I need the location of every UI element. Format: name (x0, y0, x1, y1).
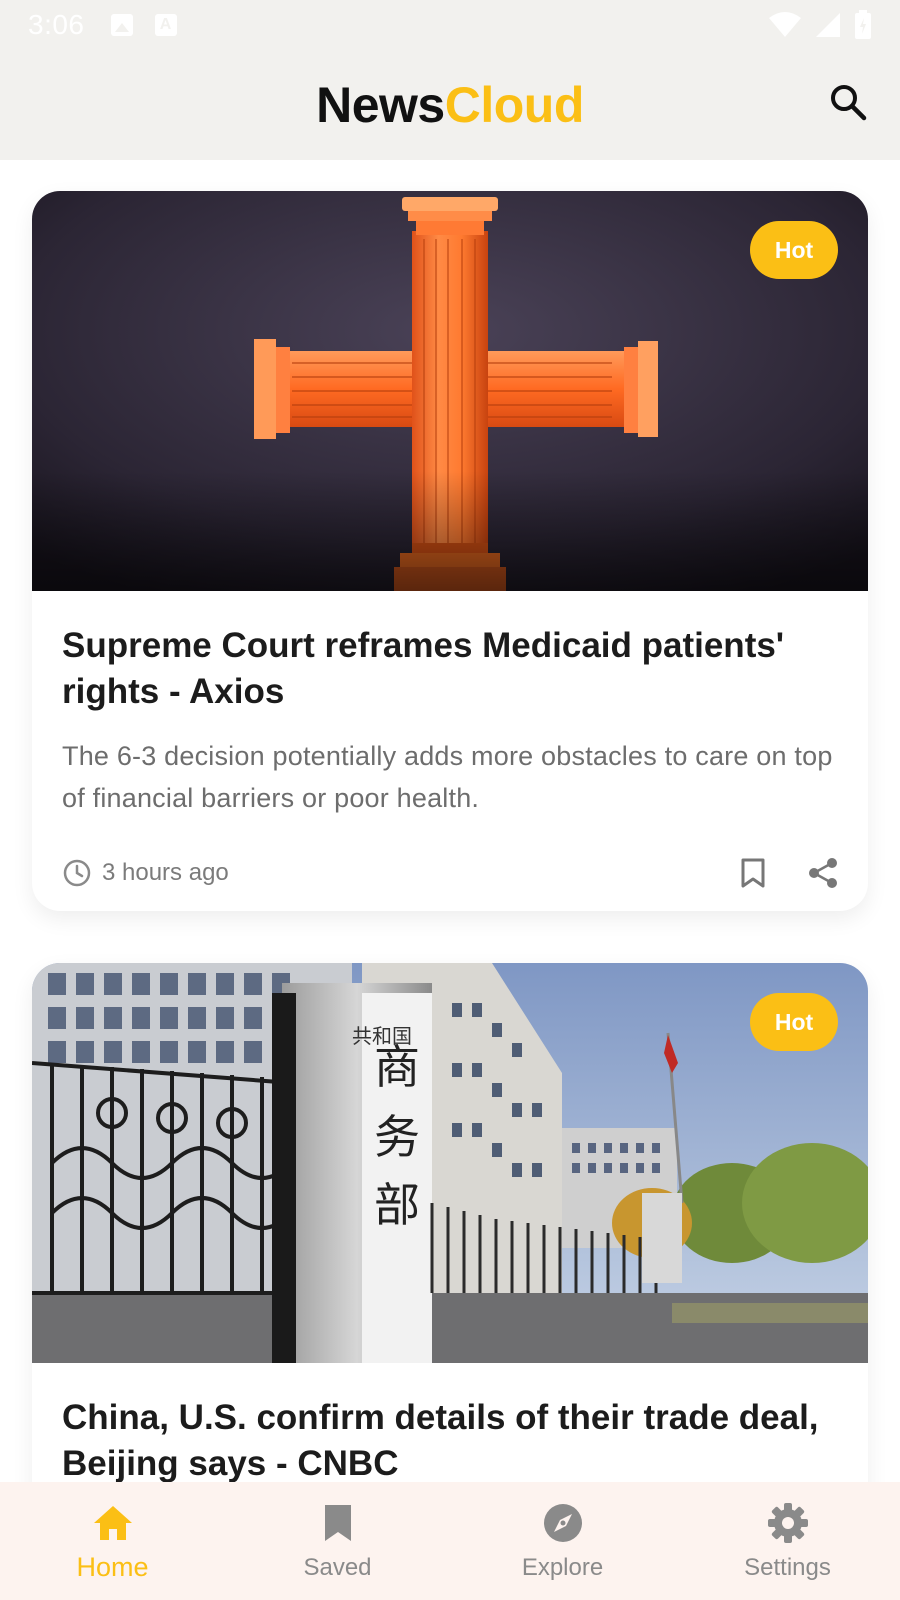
hot-badge: Hot (750, 993, 838, 1051)
article-description: The 6-3 decision potentially adds more o… (62, 741, 833, 813)
article-image[interactable]: 商 务 部 共和国 Hot (32, 963, 868, 1363)
svg-text:部: 部 (374, 1178, 420, 1232)
article-title[interactable]: China, U.S. confirm details of their tra… (62, 1395, 838, 1482)
nav-explore-label: Explore (521, 1554, 604, 1581)
battery-icon (855, 10, 871, 39)
nav-explore[interactable]: Explore (450, 1482, 675, 1600)
article-time: 3 hours ago (102, 859, 229, 886)
app-header: NewsCloud (0, 50, 900, 160)
article-photo: 商 务 部 共和国 (32, 963, 868, 1363)
hot-badge: Hot (750, 221, 838, 279)
clock-icon (63, 859, 91, 887)
status-time: 3:06 (28, 9, 85, 40)
gear-icon (767, 1503, 808, 1543)
image-icon (110, 14, 133, 36)
svg-text:务: 务 (374, 1110, 420, 1164)
brand-news: News (316, 77, 445, 133)
nav-home[interactable]: Home (0, 1482, 225, 1600)
bookmark-outline-icon (741, 858, 765, 888)
nav-saved[interactable]: Saved (225, 1482, 450, 1600)
nav-settings-label: Settings (744, 1554, 831, 1581)
a-icon: A (154, 14, 177, 36)
article-card[interactable]: Hot Supreme Court reframes Medicaid pati… (32, 191, 868, 911)
svg-text:共和国: 共和国 (352, 1024, 412, 1048)
share-button[interactable] (806, 856, 840, 890)
article-illustration (32, 191, 868, 591)
nav-settings[interactable]: Settings (675, 1482, 900, 1600)
article-title[interactable]: Supreme Court reframes Medicaid patients… (62, 623, 838, 715)
article-card[interactable]: 商 务 部 共和国 Hot China, U.S. confirm detail… (32, 963, 868, 1482)
nav-home-label: Home (76, 1552, 149, 1582)
app-logo: NewsCloud (316, 76, 584, 134)
share-icon (809, 858, 837, 888)
nav-saved-label: Saved (303, 1554, 372, 1581)
brand-cloud: Cloud (444, 77, 585, 133)
bookmark-button[interactable] (736, 856, 770, 890)
bookmark-icon (324, 1505, 351, 1541)
status-bar: 3:06 A (0, 0, 900, 50)
article-meta: 3 hours ago (62, 853, 838, 893)
wifi-icon (769, 12, 801, 37)
compass-icon (543, 1504, 582, 1542)
bottom-nav: Home Saved Explore Settings (0, 1482, 900, 1600)
article-image[interactable]: Hot (32, 191, 868, 591)
signal-icon (816, 13, 840, 37)
search-icon (831, 85, 867, 121)
svg-text:商: 商 (374, 1040, 420, 1094)
home-icon (93, 1506, 132, 1540)
news-feed[interactable]: Hot Supreme Court reframes Medicaid pati… (0, 160, 900, 1482)
search-button[interactable] (824, 78, 872, 126)
